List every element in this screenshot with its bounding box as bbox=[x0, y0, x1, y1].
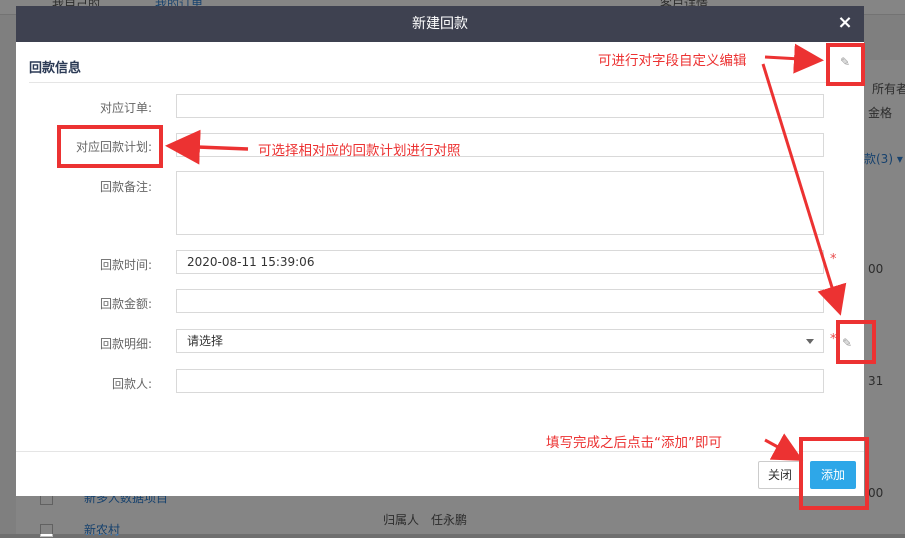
required-mark: * bbox=[830, 252, 837, 267]
dialog-title: 新建回款 bbox=[412, 16, 468, 32]
footer-divider bbox=[16, 451, 864, 452]
section-title: 回款信息 bbox=[29, 61, 82, 76]
order-label: 对应订单: bbox=[99, 101, 152, 115]
amount-label: 回款金额: bbox=[99, 297, 152, 311]
annotation-plan: 可选择相对应的回款计划进行对照 bbox=[258, 143, 461, 159]
detail-label: 回款明细: bbox=[99, 337, 152, 351]
time-label: 回款时间: bbox=[99, 258, 152, 272]
close-icon[interactable]: × bbox=[835, 6, 855, 42]
dialog-header: 新建回款 × bbox=[16, 6, 864, 42]
annotation-box-edit bbox=[826, 43, 865, 86]
section-divider bbox=[29, 82, 851, 83]
annotation-box-detail-edit bbox=[836, 320, 876, 364]
remark-label: 回款备注: bbox=[99, 180, 152, 194]
chevron-down-icon bbox=[806, 339, 814, 344]
payer-label: 回款人: bbox=[111, 377, 152, 391]
order-input[interactable] bbox=[176, 94, 824, 118]
annotation-custom-field: 可进行对字段自定义编辑 bbox=[598, 53, 747, 69]
time-input[interactable]: 2020-08-11 15:39:06 bbox=[176, 250, 824, 274]
new-payment-dialog: 新建回款 × 回款信息 ✎ 对应订单: 对应回款计划: 回款备注: 回款时间: … bbox=[16, 6, 864, 496]
amount-input[interactable] bbox=[176, 289, 824, 313]
remark-textarea[interactable] bbox=[176, 171, 824, 235]
annotation-box-plan bbox=[57, 125, 163, 168]
detail-select[interactable]: 请选择 bbox=[176, 329, 824, 353]
detail-select-value: 请选择 bbox=[187, 334, 224, 348]
payer-input[interactable] bbox=[176, 369, 824, 393]
close-button[interactable]: 关闭 bbox=[758, 461, 802, 489]
annotation-submit: 填写完成之后点击“添加”即可 bbox=[546, 435, 722, 451]
annotation-box-add bbox=[799, 437, 869, 510]
